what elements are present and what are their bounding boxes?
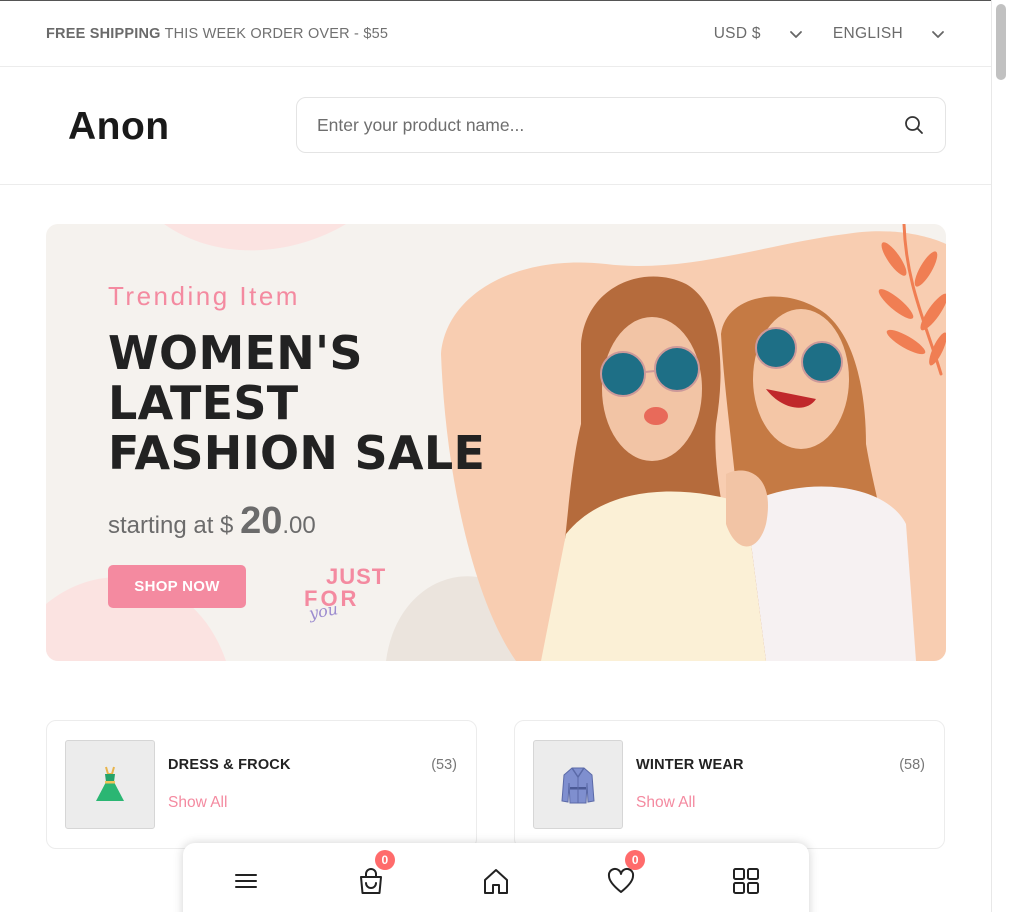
top-selectors: USD $ ENGLISH <box>714 25 945 43</box>
vertical-scrollbar[interactable] <box>991 0 1009 912</box>
shipping-text: THIS WEEK ORDER OVER - $55 <box>164 25 389 42</box>
top-bar: FREE SHIPPING THIS WEEK ORDER OVER - $55… <box>0 1 991 67</box>
shipping-bold-text: FREE SHIPPING <box>46 25 161 42</box>
menu-button[interactable] <box>228 863 264 899</box>
cart-count-badge: 0 <box>374 850 395 870</box>
search-bar <box>296 97 946 153</box>
language-select[interactable]: ENGLISH <box>833 25 945 43</box>
show-all-link[interactable]: Show All <box>636 794 695 812</box>
price-cents: .00 <box>282 512 316 539</box>
currency-label: USD $ <box>713 24 761 42</box>
banner-price: starting at $ 20.00 <box>108 500 316 543</box>
grid-icon <box>733 868 760 894</box>
category-name: WINTER WEAR <box>636 757 744 773</box>
site-logo[interactable]: Anon <box>68 105 170 149</box>
wishlist-count-badge: 0 <box>625 850 646 870</box>
search-button[interactable] <box>903 114 925 136</box>
dress-icon <box>96 766 124 801</box>
coat-icon <box>561 767 595 803</box>
chevron-down-icon <box>789 30 802 38</box>
banner-title-line: LATEST <box>108 376 299 430</box>
banner-subtitle: Trending Item <box>108 281 300 311</box>
header: Anon <box>0 67 991 185</box>
scrollbar-thumb[interactable] <box>996 4 1006 80</box>
category-count: (53) <box>431 757 457 773</box>
category-card[interactable]: DRESS & FROCK (53) Show All <box>46 720 477 849</box>
categories-button[interactable] <box>728 863 764 899</box>
wishlist-button[interactable]: 0 <box>603 850 646 899</box>
home-icon <box>483 869 508 894</box>
price-prefix: starting at $ <box>108 512 234 539</box>
search-icon <box>905 116 923 134</box>
cart-button[interactable]: 0 <box>353 850 395 899</box>
search-input[interactable] <box>317 114 903 136</box>
heart-icon <box>608 867 635 893</box>
language-label: ENGLISH <box>832 24 903 42</box>
category-count: (58) <box>899 757 925 773</box>
shopping-bag-icon <box>359 868 382 894</box>
category-thumbnail <box>533 740 623 829</box>
shipping-notice: FREE SHIPPING THIS WEEK ORDER OVER - $55 <box>46 26 388 42</box>
category-card[interactable]: WINTER WEAR (58) Show All <box>514 720 945 849</box>
show-all-link[interactable]: Show All <box>168 794 227 812</box>
currency-select[interactable]: USD $ <box>714 25 803 43</box>
menu-icon <box>234 874 257 888</box>
banner-title-line: FASHION SALE <box>108 426 486 480</box>
page: FREE SHIPPING THIS WEEK ORDER OVER - $55… <box>0 0 991 912</box>
banner-title: WOMEN'S LATEST FASHION SALE <box>108 328 508 478</box>
home-button[interactable] <box>478 863 514 899</box>
svg-text:you: you <box>307 599 340 623</box>
category-name: DRESS & FROCK <box>168 757 291 773</box>
banner-title-line: WOMEN'S <box>108 326 363 380</box>
category-thumbnail <box>65 740 155 829</box>
price-whole: 20 <box>240 500 283 542</box>
shop-now-button[interactable]: SHOP NOW <box>108 565 246 608</box>
bottom-navigation: 0 0 <box>183 843 809 912</box>
chevron-down-icon <box>932 30 944 38</box>
hero-banner: JUST FOR you Trending Item WOMEN'S LATES… <box>46 224 946 661</box>
